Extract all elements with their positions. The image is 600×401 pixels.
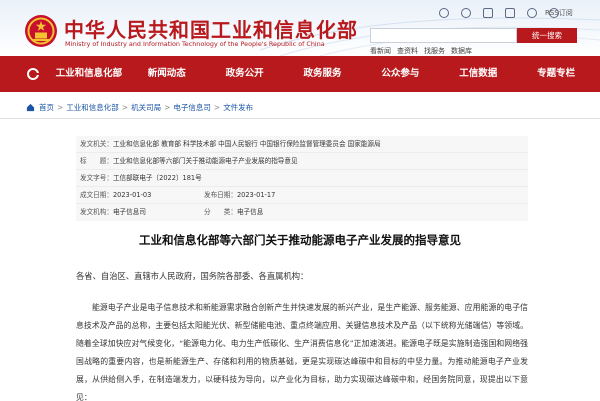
meta-col2: 分 类：电子信息 bbox=[204, 204, 263, 221]
document-greeting: 各省、自治区、直辖市人民政府，国务院各部委、各直属机构： bbox=[76, 271, 309, 281]
breadcrumb-separator: > bbox=[213, 103, 221, 112]
meta-value: 电子信息 bbox=[236, 208, 264, 216]
meta-label: 成文日期： bbox=[80, 191, 113, 199]
nav-item-special-topics[interactable]: 专题专栏 bbox=[517, 56, 595, 92]
meta-label: 标 题： bbox=[80, 157, 113, 165]
breadcrumb-separator: > bbox=[121, 103, 129, 112]
breadcrumb-separator: > bbox=[164, 103, 171, 112]
breadcrumb-separator: > bbox=[57, 103, 64, 112]
meta-label: 分 类： bbox=[204, 208, 237, 216]
nav-item-data[interactable]: 工信数据 bbox=[439, 56, 517, 92]
meta-value: 工信部联电子〔2022〕181号 bbox=[112, 174, 202, 182]
quick-links: 看新闻 查资料 找服务 数据库 bbox=[370, 46, 472, 56]
site-header: 中华人民共和国工业和信息化部 Ministry of Industry and … bbox=[0, 0, 600, 56]
quick-link-materials[interactable]: 查资料 bbox=[397, 46, 418, 56]
main-nav: 工业和信息化部 新闻动态 政务公开 政务服务 公众参与 工信数据 专题专栏 bbox=[0, 56, 600, 92]
nav-item-gov-services[interactable]: 政务服务 bbox=[284, 56, 362, 92]
site-title-english: Ministry of Industry and Information Tec… bbox=[65, 40, 325, 48]
meta-row-docno: 发文字号：工信部联电子〔2022〕181号 bbox=[76, 170, 528, 187]
meta-label: 发文字号： bbox=[80, 174, 113, 182]
breadcrumb: 首页 > 工业和信息化部 > 机关司局 > 电子信息司 > 文件发布 bbox=[26, 102, 253, 113]
nav-items: 工业和信息化部 新闻动态 政务公开 政务服务 公众参与 工信数据 专题专栏 bbox=[50, 56, 595, 92]
document-meta-table: 发文机关：工业和信息化部 教育部 科学技术部 中国人民银行 中国银行保险监督管理… bbox=[76, 136, 528, 221]
meta-row-title: 标 题：工业和信息化部等六部门关于推动能源电子产业发展的指导意见 bbox=[76, 153, 528, 170]
search-button[interactable]: 统一搜索 bbox=[517, 28, 577, 43]
quick-link-news[interactable]: 看新闻 bbox=[370, 46, 391, 56]
meta-label: 发文机构： bbox=[80, 208, 113, 216]
search-input[interactable] bbox=[370, 28, 517, 43]
nav-item-public-participation[interactable]: 公众参与 bbox=[361, 56, 439, 92]
meta-col2: 发布日期：2023-01-17 bbox=[204, 187, 275, 204]
home-icon bbox=[26, 103, 35, 112]
rss-link[interactable]: RSS订阅 bbox=[545, 8, 573, 18]
mobile-icon[interactable] bbox=[483, 8, 493, 18]
meta-row-dates: 成文日期：2023-01-03 发布日期：2023-01-17 bbox=[76, 187, 528, 204]
meta-row-org: 发文机构：电子信息司 分 类：电子信息 bbox=[76, 204, 528, 221]
breadcrumb-electronics-dept[interactable]: 电子信息司 bbox=[173, 102, 211, 113]
mail-icon[interactable] bbox=[505, 8, 515, 18]
site-logo-icon[interactable] bbox=[26, 67, 40, 81]
meta-value: 2023-01-03 bbox=[112, 191, 152, 199]
meta-row-issuer: 发文机关：工业和信息化部 教育部 科学技术部 中国人民银行 中国银行保险监督管理… bbox=[76, 136, 528, 153]
breadcrumb-divider bbox=[0, 118, 600, 119]
meta-value: 工业和信息化部 教育部 科学技术部 中国人民银行 中国银行保险监督管理委员会 国… bbox=[112, 140, 381, 148]
meta-value: 电子信息司 bbox=[112, 208, 146, 216]
document-body: 能源电子产业是电子信息技术和新能源需求融合创新产生并快速发展的新兴产业，是生产能… bbox=[76, 303, 528, 401]
accessibility-icon[interactable] bbox=[527, 8, 537, 18]
breadcrumb-home[interactable]: 首页 bbox=[39, 102, 54, 113]
nav-item-gov-affairs[interactable]: 政务公开 bbox=[206, 56, 284, 92]
national-emblem-icon bbox=[25, 15, 57, 47]
breadcrumb-miit[interactable]: 工业和信息化部 bbox=[66, 102, 119, 113]
meta-value: 工业和信息化部等六部门关于推动能源电子产业发展的指导意见 bbox=[112, 157, 298, 165]
breadcrumb-departments[interactable]: 机关司局 bbox=[131, 102, 161, 113]
weibo-icon[interactable] bbox=[461, 8, 471, 18]
nav-item-miit[interactable]: 工业和信息化部 bbox=[50, 56, 128, 92]
meta-value: 2023-01-17 bbox=[236, 191, 276, 199]
quick-link-database[interactable]: 数据库 bbox=[451, 46, 472, 56]
meta-label: 发文机关： bbox=[80, 140, 113, 148]
wechat-icon[interactable] bbox=[439, 8, 449, 18]
document-title: 工业和信息化部等六部门关于推动能源电子产业发展的指导意见 bbox=[139, 233, 461, 247]
top-icon-bar bbox=[439, 8, 559, 18]
meta-label: 发布日期： bbox=[204, 191, 237, 199]
nav-item-news[interactable]: 新闻动态 bbox=[128, 56, 206, 92]
breadcrumb-documents[interactable]: 文件发布 bbox=[223, 102, 253, 113]
quick-link-services[interactable]: 找服务 bbox=[424, 46, 445, 56]
site-title[interactable]: 中华人民共和国工业和信息化部 bbox=[64, 14, 358, 43]
